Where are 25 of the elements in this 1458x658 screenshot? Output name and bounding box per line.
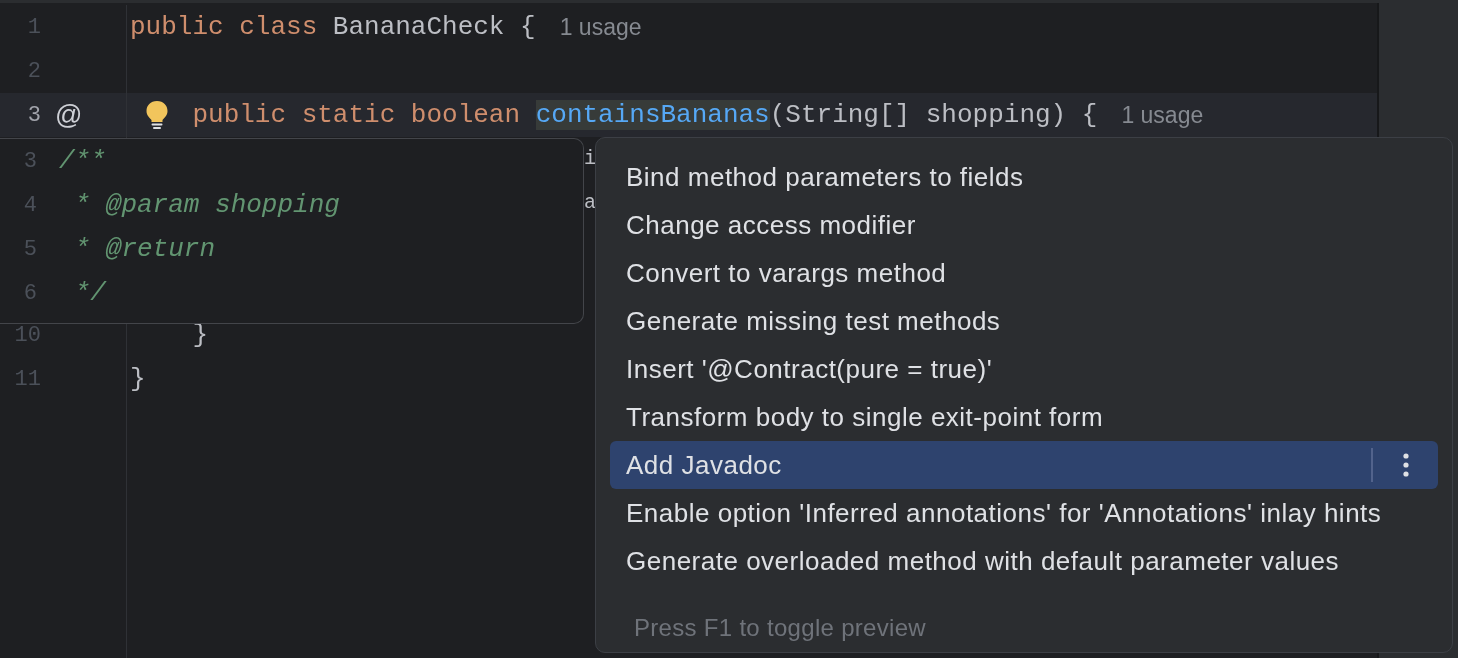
menu-item[interactable]: Generate missing test methods (610, 297, 1438, 345)
menu-footer-hint: Press F1 to toggle preview (634, 613, 926, 643)
usage-hint[interactable]: 1 usage (559, 9, 642, 45)
menu-item[interactable]: Convert to varargs method (610, 249, 1438, 297)
menu-item[interactable]: Bind method parameters to fields (610, 153, 1438, 201)
code-fragment: i (584, 146, 596, 172)
doc-comment-line: */ (74, 276, 106, 310)
code-fragment: a (584, 190, 596, 216)
menu-item[interactable]: Enable option 'Inferred annotations' for 'Annotations' inlay hints (610, 489, 1438, 537)
doc-comment-line: * @param shopping (74, 188, 340, 222)
code-line: public class BananaCheck { (130, 10, 536, 44)
line-number: 3 (26, 101, 41, 130)
code-line: public static boolean containsBananas(String[] shopping) { (192, 98, 1098, 132)
menu-item[interactable]: Change access modifier (610, 201, 1438, 249)
menu-item[interactable]: Insert '@Contract(pure = true)' (610, 345, 1438, 393)
doc-comment-line: /** (59, 144, 106, 178)
annotation-marker[interactable]: @ (55, 101, 83, 129)
menu-item[interactable]: Transform body to single exit-point form (610, 393, 1438, 441)
menu-item[interactable]: Add Javadoc (610, 441, 1438, 489)
code-line: } (130, 362, 146, 396)
kebab-icon[interactable] (1403, 453, 1409, 477)
lightbulb-icon[interactable] (145, 100, 169, 130)
doc-comment-line: * @return (74, 232, 216, 266)
menu-item[interactable]: Generate overloaded method with default parameter values (610, 537, 1438, 585)
usage-hint[interactable]: 1 usage (1121, 97, 1204, 133)
